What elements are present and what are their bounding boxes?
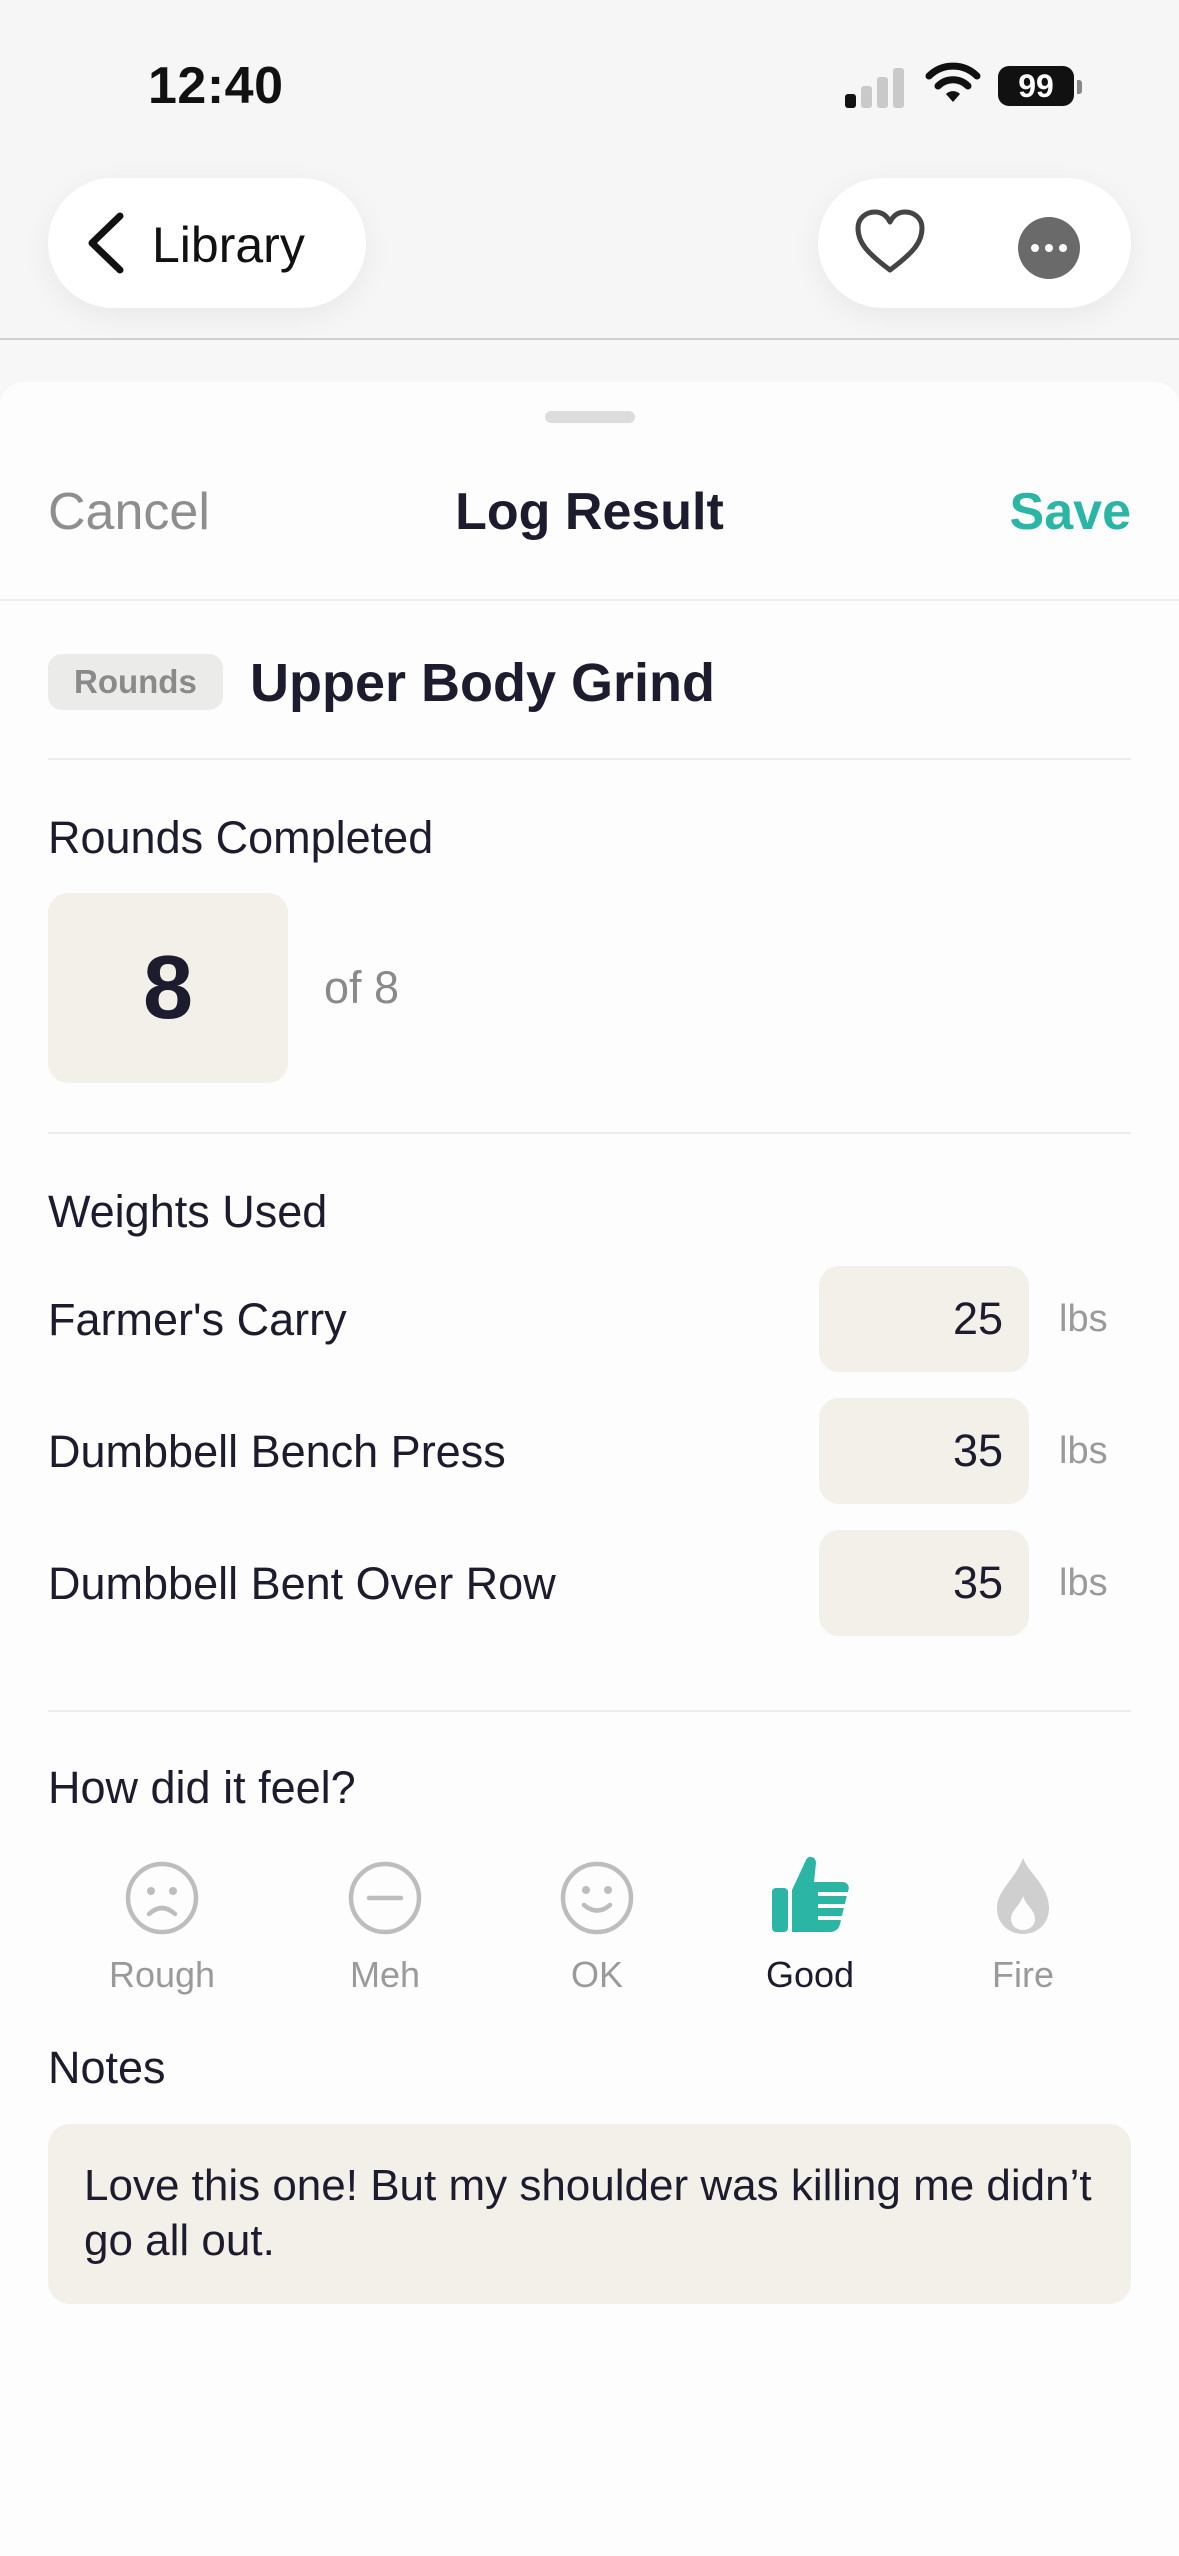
sheet-header: Log Result Cancel Save xyxy=(0,482,1179,562)
thumbs-up-icon xyxy=(710,1852,910,1936)
header-divider xyxy=(0,599,1179,601)
wifi-icon xyxy=(925,62,981,111)
weight-row-farmers-carry: Farmer's Carry 25 lbs xyxy=(48,1266,1131,1372)
workout-info: Rounds Upper Body Grind xyxy=(48,652,1131,713)
weight-row-bent-over-row: Dumbbell Bent Over Row 35 lbs xyxy=(48,1530,1131,1636)
feel-rating-selector: Rough Meh OK Good Fire xyxy=(48,1852,1131,2002)
weight-unit: lbs xyxy=(1059,1298,1108,1340)
nav-actions-group xyxy=(818,178,1131,308)
background-divider xyxy=(0,338,1179,340)
exercise-name: Dumbbell Bench Press xyxy=(48,1426,506,1477)
feel-option-rough[interactable]: Rough xyxy=(62,1852,262,1996)
exercise-name: Dumbbell Bent Over Row xyxy=(48,1558,556,1609)
back-button[interactable]: Library xyxy=(48,178,366,308)
feel-option-meh[interactable]: Meh xyxy=(285,1852,485,1996)
rounds-completed-input[interactable]: 8 xyxy=(48,893,288,1083)
weight-row-bench-press: Dumbbell Bench Press 35 lbs xyxy=(48,1398,1131,1504)
workout-name: Upper Body Grind xyxy=(250,653,716,713)
sad-face-icon xyxy=(62,1852,262,1936)
feel-option-ok[interactable]: OK xyxy=(497,1852,697,1996)
save-button[interactable]: Save xyxy=(1010,482,1131,542)
neutral-face-icon xyxy=(285,1852,485,1936)
notes-title: Notes xyxy=(48,2042,166,2093)
weight-input[interactable]: 35 xyxy=(819,1530,1029,1636)
rounds-total-label: of 8 xyxy=(324,962,400,1013)
favorite-heart-icon[interactable] xyxy=(854,208,926,281)
weight-unit: lbs xyxy=(1059,1562,1108,1604)
divider xyxy=(48,1710,1131,1712)
log-result-sheet: Log Result Cancel Save Rounds Upper Body… xyxy=(0,382,1179,2556)
status-time: 12:40 xyxy=(148,57,284,115)
status-bar: 12:40 99 xyxy=(0,0,1179,170)
feel-option-label: Fire xyxy=(992,1954,1054,1995)
weight-input[interactable]: 35 xyxy=(819,1398,1029,1504)
rounds-completed-title: Rounds Completed xyxy=(48,812,434,863)
feel-option-good[interactable]: Good xyxy=(710,1852,910,1996)
chevron-left-icon xyxy=(82,212,132,279)
exercise-name: Farmer's Carry xyxy=(48,1294,347,1345)
divider xyxy=(48,1132,1131,1134)
feel-option-label: Rough xyxy=(108,1954,216,1995)
feel-option-label: Good xyxy=(765,1954,855,1995)
feel-title: How did it feel? xyxy=(48,1762,356,1813)
divider xyxy=(48,758,1131,760)
notes-textarea[interactable]: Love this one! But my shoulder was killi… xyxy=(48,2124,1131,2304)
feel-option-label: Meh xyxy=(349,1954,421,1995)
battery-cap xyxy=(1077,80,1082,94)
feel-option-label: OK xyxy=(570,1954,623,1995)
battery-indicator: 99 xyxy=(998,66,1074,106)
weights-used-title: Weights Used xyxy=(48,1186,328,1237)
cellular-signal-icon xyxy=(845,64,905,108)
feel-option-fire[interactable]: Fire xyxy=(923,1852,1123,1996)
back-button-label: Library xyxy=(152,217,305,273)
flame-icon xyxy=(923,1852,1123,1936)
weight-input[interactable]: 25 xyxy=(819,1266,1029,1372)
cancel-button[interactable]: Cancel xyxy=(48,482,210,542)
more-options-icon[interactable] xyxy=(1018,217,1080,279)
weight-unit: lbs xyxy=(1059,1430,1108,1472)
workout-type-badge: Rounds xyxy=(48,654,223,710)
sheet-grabber-handle[interactable] xyxy=(545,411,635,423)
smile-face-icon xyxy=(497,1852,697,1936)
